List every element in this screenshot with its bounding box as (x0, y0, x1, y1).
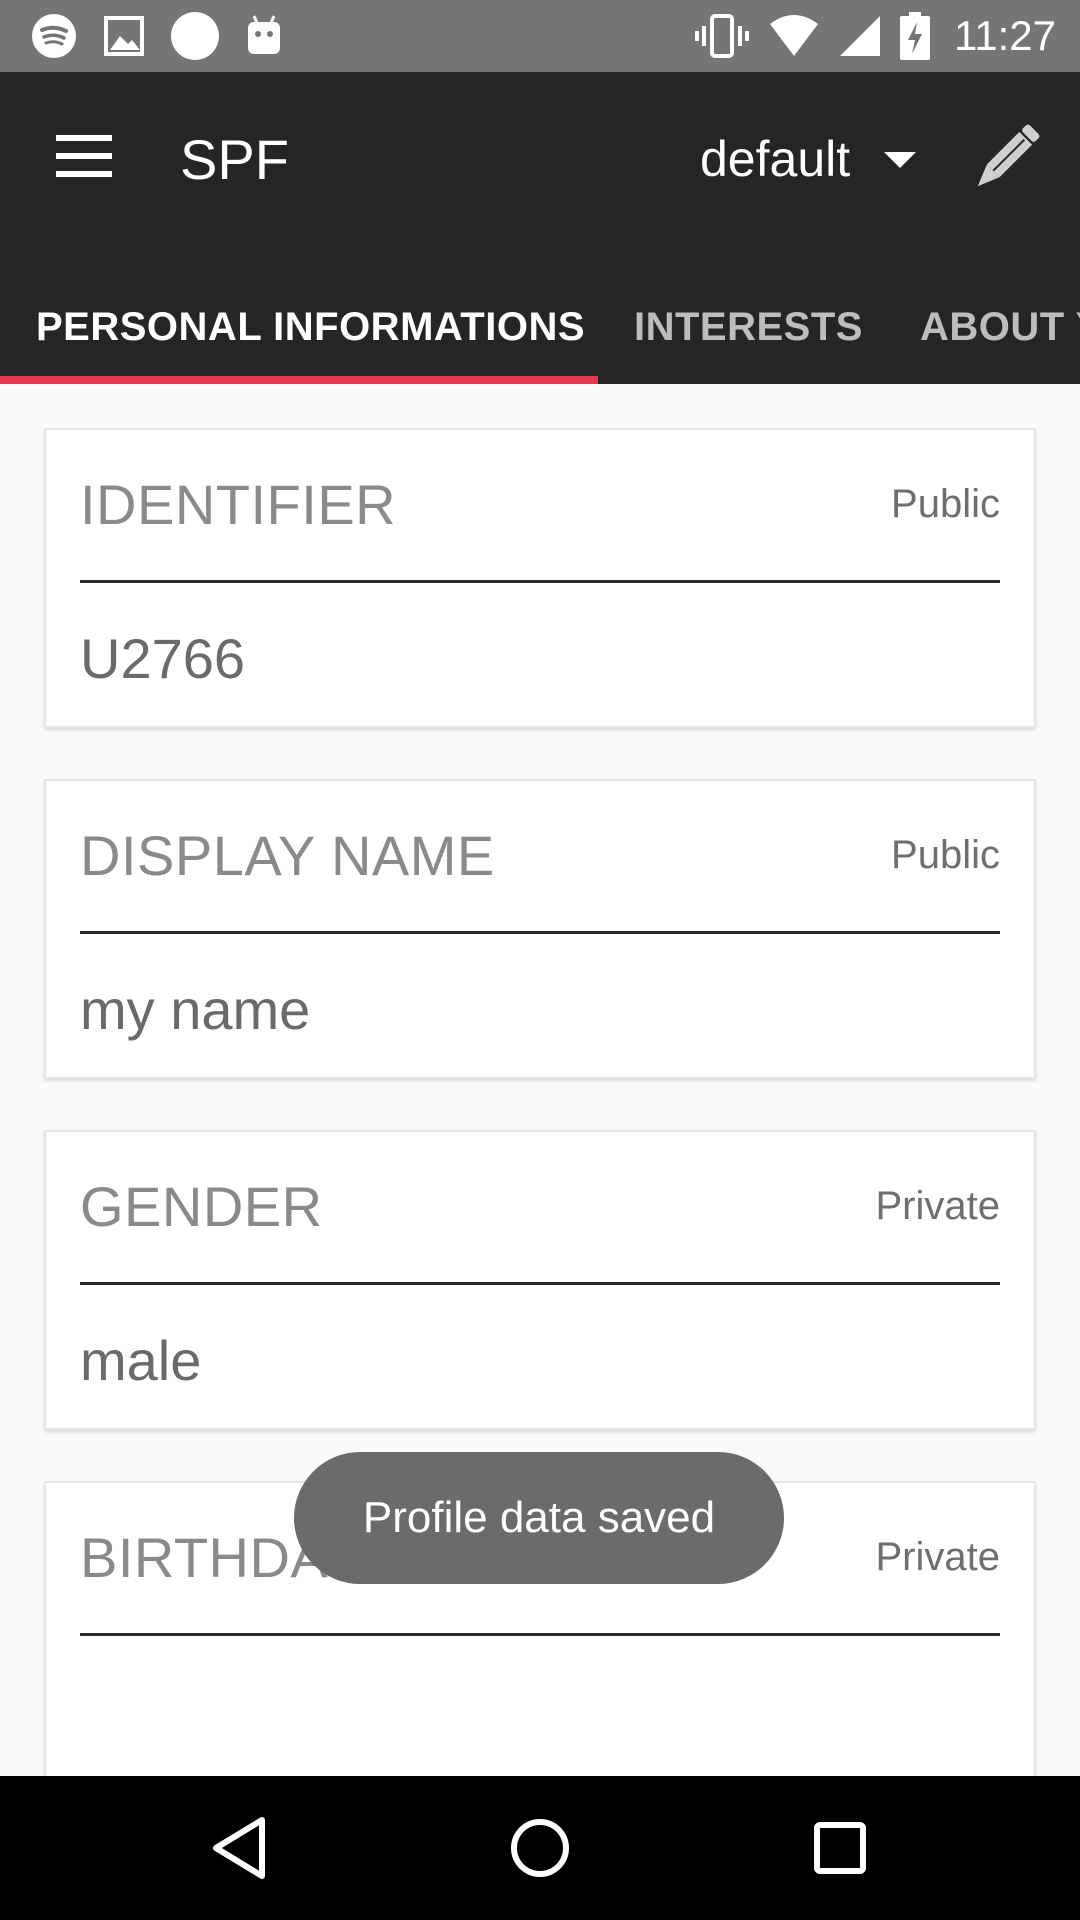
notification-icons (30, 12, 284, 60)
visibility-selector[interactable]: Public (891, 833, 1000, 878)
tab-personal-informations[interactable]: PERSONAL INFORMATIONS (36, 272, 585, 384)
profile-dropdown[interactable]: default (700, 130, 850, 188)
vibrate-icon (695, 14, 749, 58)
image-icon (104, 16, 144, 56)
divider (80, 1633, 1000, 1636)
visibility-selector[interactable]: Public (891, 482, 1000, 527)
back-icon[interactable] (204, 1812, 276, 1884)
identifier-card: IDENTIFIER Public U2766 (44, 428, 1036, 728)
field-value[interactable]: U2766 (80, 626, 245, 691)
recents-icon[interactable] (804, 1812, 876, 1884)
home-icon[interactable] (504, 1812, 576, 1884)
app-bar: SPF default PERSONAL INFORMATIONS INTERE… (0, 72, 1080, 384)
system-icons: 11:27 (694, 12, 1056, 60)
tab-about[interactable]: ABOUT Y (920, 272, 1080, 384)
signal-icon (840, 16, 880, 56)
clock: 11:27 (954, 12, 1056, 59)
divider (80, 931, 1000, 934)
field-label: IDENTIFIER (80, 473, 397, 536)
field-label: GENDER (80, 1175, 323, 1238)
field-value[interactable]: my name (80, 977, 310, 1042)
spotify-icon (32, 14, 76, 58)
visibility-selector[interactable]: Private (876, 1184, 1001, 1229)
visibility-selector[interactable]: Private (876, 1535, 1001, 1580)
navigation-bar (0, 1776, 1080, 1920)
android-icon (248, 15, 280, 54)
pencil-icon[interactable] (962, 114, 1050, 202)
menu-icon[interactable] (56, 135, 112, 177)
divider (80, 1282, 1000, 1285)
field-label: DISPLAY NAME (80, 824, 495, 887)
gender-card: GENDER Private male (44, 1130, 1036, 1430)
tab-indicator (0, 376, 598, 384)
app-title: SPF (180, 128, 289, 191)
toast-message: Profile data saved (294, 1452, 784, 1584)
display-name-card: DISPLAY NAME Public my name (44, 779, 1036, 1079)
wifi-icon (770, 15, 818, 56)
chevron-down-icon[interactable] (884, 152, 916, 168)
tab-interests[interactable]: INTERESTS (634, 272, 863, 384)
field-value[interactable]: male (80, 1328, 201, 1393)
status-bar: 11:27 (0, 0, 1080, 72)
battery-charging-icon (900, 12, 930, 60)
divider (80, 580, 1000, 583)
tab-bar: PERSONAL INFORMATIONS INTERESTS ABOUT Y (0, 272, 1080, 384)
circle-icon (171, 12, 219, 60)
